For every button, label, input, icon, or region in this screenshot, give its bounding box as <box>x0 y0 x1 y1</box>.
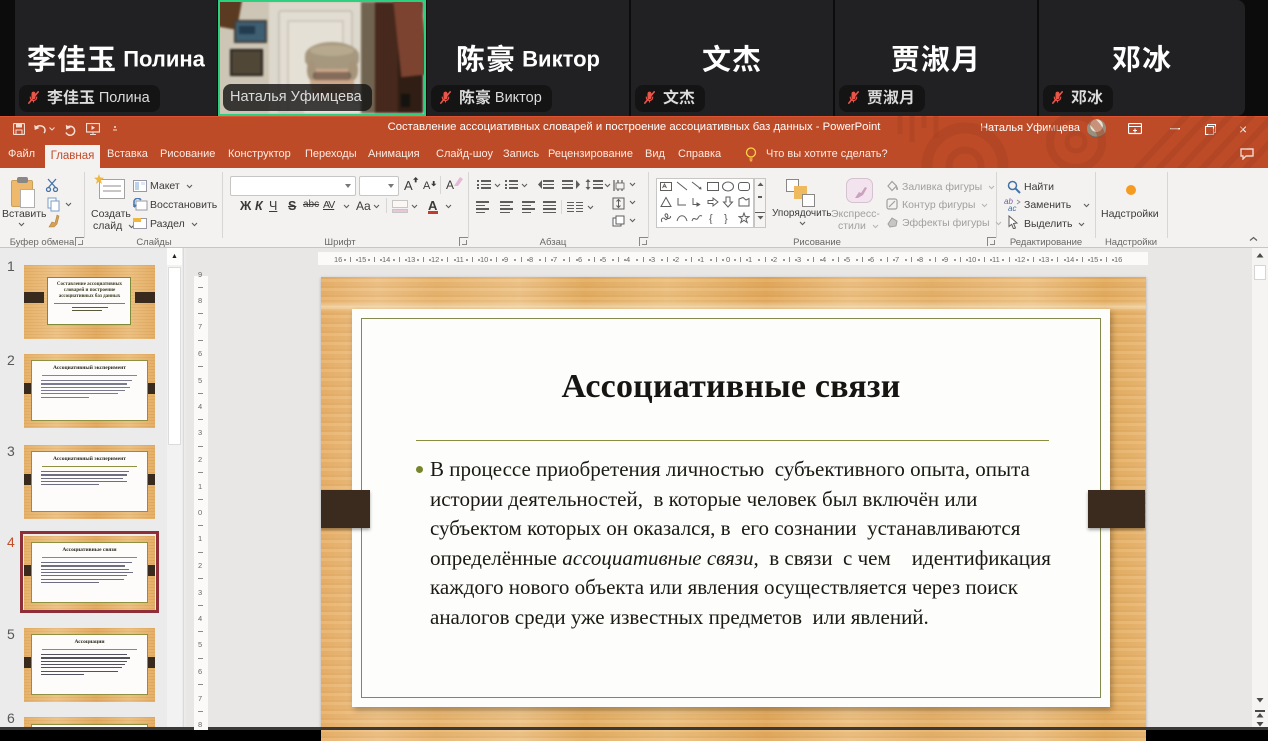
svg-text:ac: ac <box>1008 204 1016 212</box>
svg-text:}: } <box>724 213 728 224</box>
svg-text:{: { <box>709 213 713 224</box>
